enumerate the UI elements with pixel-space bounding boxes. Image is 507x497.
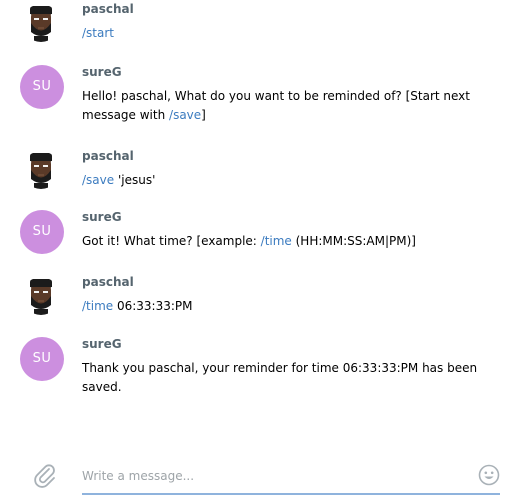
message-text: Thank you paschal, your reminder for tim… <box>82 359 502 397</box>
sender-name: paschal <box>82 2 134 16</box>
avatar-sureg[interactable]: SU <box>20 337 64 381</box>
message-text-segment: Hello! paschal, What do you want to be r… <box>82 89 470 122</box>
sender-name: paschal <box>82 275 134 289</box>
sender-name: sureG <box>82 65 122 79</box>
sender-name: sureG <box>82 210 122 224</box>
command-link[interactable]: /save <box>82 173 114 187</box>
command-link[interactable]: /start <box>82 26 114 40</box>
message-text-segment: (HH:MM:SS:AM|PM)] <box>291 234 416 248</box>
message-text-segment: ] <box>201 108 206 122</box>
avatar-paschal[interactable] <box>22 4 60 42</box>
sender-name: sureG <box>82 337 122 351</box>
smiley-icon[interactable] <box>478 464 500 486</box>
message-text: /time 06:33:33:PM <box>82 297 502 316</box>
message-text: Got it! What time? [example: /time (HH:M… <box>82 232 502 251</box>
message-text-segment: 'jesus' <box>114 173 156 187</box>
command-link[interactable]: /save <box>169 108 201 122</box>
avatar-sureg[interactable]: SU <box>20 65 64 109</box>
message-text: /save 'jesus' <box>82 171 502 190</box>
avatar-paschal[interactable] <box>22 277 60 315</box>
message-text-segment: Got it! What time? [example: <box>82 234 261 248</box>
message-text-segment: Thank you paschal, your reminder for tim… <box>82 361 478 394</box>
message-text: Hello! paschal, What do you want to be r… <box>82 87 502 125</box>
paperclip-icon[interactable] <box>32 463 58 489</box>
message-text-segment: 06:33:33:PM <box>113 299 193 313</box>
sender-name: paschal <box>82 149 134 163</box>
command-link[interactable]: /time <box>261 234 292 248</box>
command-link[interactable]: /time <box>82 299 113 313</box>
avatar-sureg[interactable]: SU <box>20 210 64 254</box>
message-input[interactable] <box>82 464 462 488</box>
message-input-wrapper <box>82 463 500 495</box>
message-text: /start <box>82 24 502 43</box>
avatar-paschal[interactable] <box>22 151 60 189</box>
message-list: paschal /start SU sureG Hello! paschal, … <box>0 0 507 450</box>
